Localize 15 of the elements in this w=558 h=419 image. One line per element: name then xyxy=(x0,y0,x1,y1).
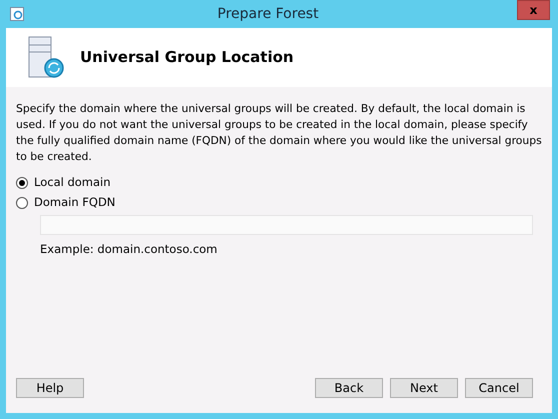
dialog-button[interactable]: Help xyxy=(16,378,84,398)
radio-button[interactable] xyxy=(16,197,28,209)
dialog-button[interactable]: Next xyxy=(390,378,458,398)
radio-option[interactable]: Local domain xyxy=(16,175,111,191)
radio-option[interactable]: Domain FQDN xyxy=(16,195,116,211)
close-button[interactable]: x xyxy=(517,0,550,20)
dialog-button[interactable]: Back xyxy=(315,378,383,398)
description-text: Specify the domain where the universal groups will be created. By default, the local domain is used. If you do not want the universal groups to be created in the local domain, please specify the fully qualified domain name (FQDN) of the domain where you would like the universal groups to be created. xyxy=(16,101,542,165)
server-icon xyxy=(28,36,66,80)
page-heading: Universal Group Location xyxy=(80,47,294,68)
dialog-button[interactable]: Cancel xyxy=(465,378,533,398)
app-icon xyxy=(10,7,24,21)
radio-button[interactable] xyxy=(16,177,28,189)
example-text: Example: domain.contoso.com xyxy=(40,241,218,258)
window-title: Prepare Forest xyxy=(216,4,320,24)
